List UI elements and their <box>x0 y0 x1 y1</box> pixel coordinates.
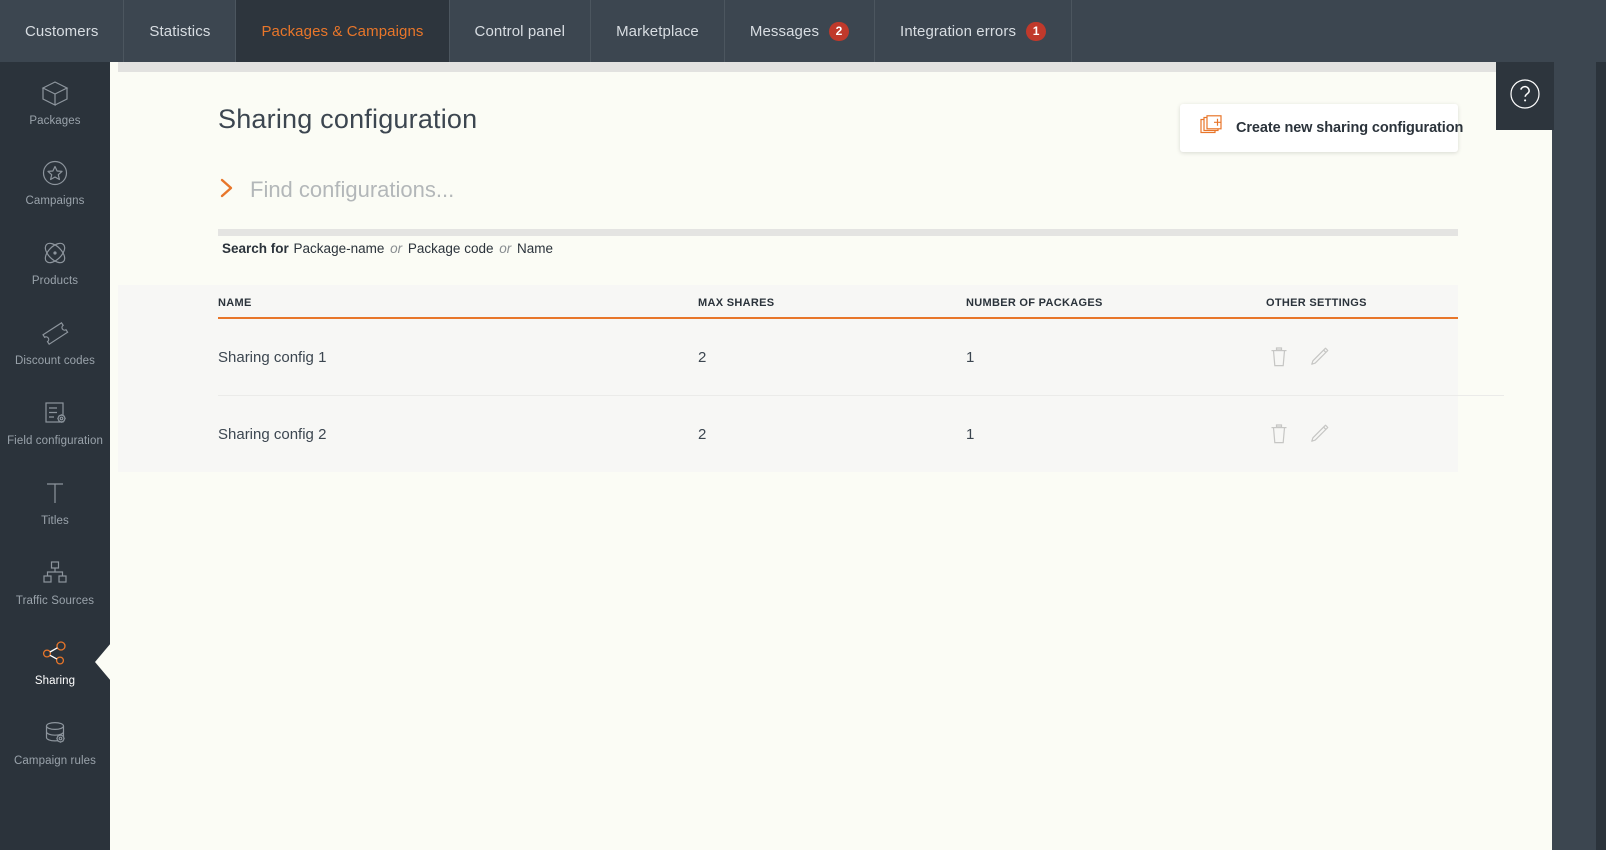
column-header-spacer <box>1458 285 1504 318</box>
tab-label: Packages & Campaigns <box>261 22 424 40</box>
create-new-sharing-configuration-button[interactable]: Create new sharing configuration <box>1180 104 1463 152</box>
search-hint-or-1: or <box>390 241 403 256</box>
sidebar-item-label: Titles <box>41 514 69 527</box>
create-button-label: Create new sharing configuration <box>1236 120 1464 136</box>
cell-name: Sharing config 1 <box>218 318 698 396</box>
sidebar-item-titles[interactable]: Titles <box>0 462 110 542</box>
sidebar-item-label: Sharing <box>34 674 76 687</box>
tab-label: Control panel <box>474 22 566 40</box>
tab-label: Integration errors <box>900 22 1017 40</box>
tab-integration-errors[interactable]: Integration errors 1 <box>875 0 1073 62</box>
table-row[interactable]: Sharing config 1 2 1 <box>218 318 1504 396</box>
share-nodes-icon <box>38 638 72 668</box>
chevron-right-icon[interactable] <box>218 175 236 205</box>
column-header-other-settings[interactable]: OTHER SETTINGS <box>1266 285 1458 319</box>
sidebar-item-traffic-sources[interactable]: Traffic Sources <box>0 542 110 622</box>
right-background-edge <box>1596 62 1606 850</box>
row-actions <box>1266 421 1458 447</box>
trash-icon[interactable] <box>1266 421 1292 447</box>
active-indicator-arrow <box>95 643 111 681</box>
tab-packages-and-campaigns[interactable]: Packages & Campaigns <box>236 0 450 62</box>
search-hint-term-3: Name <box>517 241 554 256</box>
ticket-icon <box>38 318 72 348</box>
table-body: Sharing config 1 2 1 Sharing config 2 2 … <box>218 318 1504 472</box>
cell-spacer <box>1458 396 1504 473</box>
table-header-row: NAME MAX SHARES NUMBER OF PACKAGES OTHER… <box>218 285 1504 319</box>
tab-label: Marketplace <box>616 22 699 40</box>
content-top-divider <box>118 62 1552 72</box>
tab-label: Customers <box>25 22 99 40</box>
sidebar-item-campaigns[interactable]: Campaigns <box>0 142 110 222</box>
cell-number-of-packages: 1 <box>966 318 1266 396</box>
tab-messages[interactable]: Messages 2 <box>725 0 876 62</box>
search-hint-term-1: Package-name <box>293 241 385 256</box>
sidebar-item-field-configuration[interactable]: Field configuration <box>0 382 110 462</box>
integration-errors-badge: 1 <box>1026 21 1047 41</box>
cell-spacer <box>1458 318 1504 396</box>
trash-icon[interactable] <box>1266 344 1292 370</box>
box-icon <box>38 78 72 108</box>
cell-number-of-packages: 1 <box>966 425 975 443</box>
question-circle-icon <box>1507 76 1543 117</box>
top-navigation-bar: Customers Statistics Packages & Campaign… <box>0 0 1606 62</box>
search-progress-bar <box>218 229 1458 236</box>
pencil-icon[interactable] <box>1306 421 1332 447</box>
table-row[interactable]: Sharing config 2 2 1 <box>218 396 1504 473</box>
sidebar-item-packages[interactable]: Packages <box>0 62 110 142</box>
sidebar-item-label: Products <box>31 274 79 287</box>
sidebar-item-label: Campaigns <box>25 194 85 207</box>
left-sidebar: Packages Campaigns Products Discount cod… <box>0 62 111 850</box>
cell-other-settings <box>1266 318 1458 396</box>
tab-statistics[interactable]: Statistics <box>124 0 237 62</box>
row-actions <box>1266 344 1458 370</box>
tab-control-panel[interactable]: Control panel <box>450 0 592 62</box>
top-navigation-filler <box>1072 0 1606 62</box>
page-title: Sharing configuration <box>218 104 478 134</box>
sidebar-item-label: Packages <box>29 114 81 127</box>
sidebar-item-label: Discount codes <box>14 354 96 367</box>
search-hint-or-2: or <box>499 241 512 256</box>
list-gear-icon <box>38 398 72 428</box>
tab-label: Messages <box>749 22 820 40</box>
tab-customers[interactable]: Customers <box>0 0 125 62</box>
tab-marketplace[interactable]: Marketplace <box>591 0 725 62</box>
sitemap-icon <box>38 558 72 588</box>
column-header-number-of-packages[interactable]: NUMBER OF PACKAGES <box>966 285 1266 319</box>
pencil-icon[interactable] <box>1306 344 1332 370</box>
text-t-icon <box>38 478 72 508</box>
sidebar-item-products[interactable]: Products <box>0 222 110 302</box>
cell-other-settings <box>1266 396 1458 473</box>
atom-icon <box>38 238 72 268</box>
sidebar-item-label: Campaign rules <box>14 754 96 767</box>
cell-max-shares: 2 <box>698 425 707 443</box>
sidebar-item-discount-codes[interactable]: Discount codes <box>0 302 110 382</box>
help-button[interactable] <box>1496 62 1554 130</box>
sidebar-item-label: Field configuration <box>7 434 103 447</box>
tab-label: Statistics <box>149 22 211 40</box>
table-header: NAME MAX SHARES NUMBER OF PACKAGES OTHER… <box>218 285 1504 319</box>
messages-badge: 2 <box>829 21 850 41</box>
sharing-configurations-table-block: NAME MAX SHARES NUMBER OF PACKAGES OTHER… <box>118 285 1504 472</box>
cell-max-shares: 2 <box>698 318 966 396</box>
cell-name: Sharing config 2 <box>218 425 327 443</box>
sharing-configurations-table: NAME MAX SHARES NUMBER OF PACKAGES OTHER… <box>218 285 1504 472</box>
search-hint-term-2: Package code <box>407 241 494 256</box>
right-background-strip <box>1552 62 1606 850</box>
column-header-max-shares[interactable]: MAX SHARES <box>698 285 966 319</box>
search-row <box>218 172 1118 208</box>
search-input[interactable] <box>250 177 950 203</box>
column-header-name[interactable]: NAME <box>218 285 698 319</box>
sidebar-item-label: Traffic Sources <box>15 594 95 607</box>
sidebar-item-campaign-rules[interactable]: Campaign rules <box>0 702 110 782</box>
star-circle-icon <box>38 158 72 188</box>
copy-plus-icon <box>1200 114 1224 142</box>
search-hint-prefix: Search for <box>222 241 289 256</box>
database-gear-icon <box>38 718 72 748</box>
search-hint: Search for Package-name or Package code … <box>222 241 554 256</box>
sidebar-item-sharing[interactable]: Sharing <box>0 622 111 702</box>
